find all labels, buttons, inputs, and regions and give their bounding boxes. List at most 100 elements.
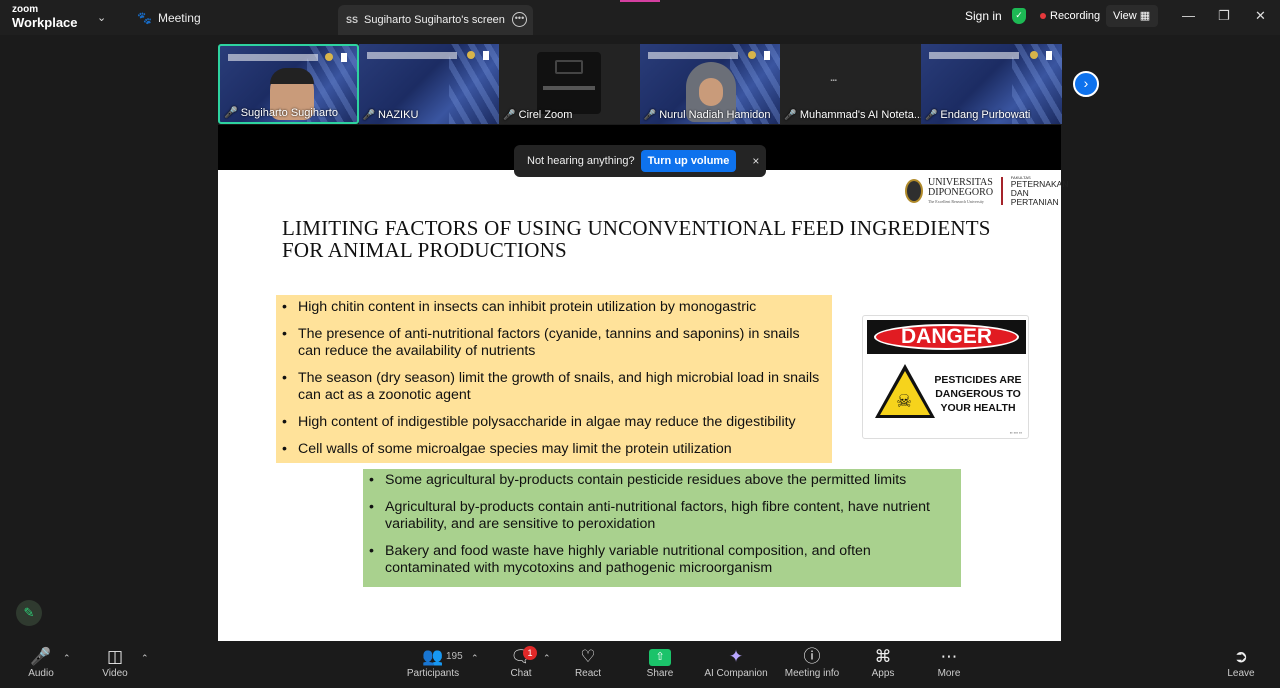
sign-in-link[interactable]: Sign in bbox=[965, 9, 1002, 23]
participant-tile[interactable]: 🎤 Nurul Nadiah Hamidon bbox=[639, 44, 781, 124]
undip-line-2: DIPONEGORO bbox=[928, 187, 994, 199]
shared-slide: UNIVERSITAS DIPONEGORO The Excellent Res… bbox=[218, 170, 1068, 641]
faculty-name: FAKULTAS PETERNAKAN DAN PERTANIAN bbox=[1010, 175, 1071, 208]
faculty-logo-icon bbox=[1045, 51, 1052, 60]
participant-name-text: Endang Purbowati bbox=[940, 109, 1031, 121]
slide-banner bbox=[228, 54, 318, 61]
recording-indicator[interactable]: Recording bbox=[1040, 10, 1100, 22]
undip-tagline: The Excellent Research University bbox=[928, 199, 984, 205]
view-label: View bbox=[1113, 10, 1137, 22]
participant-name: 🎤 NAZIKU bbox=[363, 109, 419, 121]
tab-meeting-label: Meeting bbox=[157, 11, 201, 25]
recording-label: Recording bbox=[1050, 10, 1101, 22]
sign-footer-marks: ▪▪ ▪▪▪ ▪▪ bbox=[1009, 430, 1022, 435]
chat-unread-badge: 1 bbox=[523, 646, 537, 660]
paw-icon: 🐾 bbox=[137, 11, 152, 25]
participants-label: Participants bbox=[406, 668, 460, 679]
view-button[interactable]: View ▦ bbox=[1106, 5, 1158, 27]
meeting-info-button[interactable]: ⓘ Meeting info bbox=[777, 641, 847, 679]
faculty-logo-icon bbox=[764, 51, 771, 60]
participant-tile[interactable]: 🎤 Cirel Zoom bbox=[499, 44, 640, 124]
chat-label: Chat bbox=[510, 668, 532, 679]
more-button[interactable]: ⋯ More bbox=[914, 641, 984, 679]
list-item: Some agricultural by-products contain pe… bbox=[363, 472, 955, 489]
undip-name: UNIVERSITAS DIPONEGORO The Excellent Res… bbox=[928, 178, 993, 204]
next-page-button[interactable]: › bbox=[1073, 71, 1099, 97]
slide-title-line-1: Limiting factors of using unconventional… bbox=[282, 216, 991, 240]
toast-close-icon[interactable]: × bbox=[752, 154, 759, 168]
mic-on-icon: 🎤 bbox=[224, 107, 238, 119]
more-label: More bbox=[937, 668, 961, 679]
sparkle-icon: ✦ bbox=[728, 647, 744, 666]
ai-companion-button[interactable]: ✦ AI Companion bbox=[701, 641, 771, 679]
university-seal-icon bbox=[324, 53, 333, 61]
participants-options-caret-icon[interactable]: ⌃ bbox=[471, 653, 479, 664]
more-options-icon[interactable]: ••• bbox=[512, 12, 527, 27]
react-label: React bbox=[574, 668, 602, 679]
chat-options-caret-icon[interactable]: ⌃ bbox=[543, 653, 551, 664]
danger-header: DANGER bbox=[867, 320, 1026, 354]
video-button[interactable]: ◫ Video bbox=[80, 641, 150, 679]
faculty-logo-icon bbox=[340, 53, 347, 62]
slide-banner bbox=[647, 52, 738, 59]
participant-name: 🎤 Muhammad's AI Noteta... bbox=[784, 109, 921, 121]
leave-door-icon: ➲ bbox=[1233, 647, 1249, 666]
slide-banner bbox=[928, 52, 1019, 59]
undip-seal-icon bbox=[905, 179, 924, 204]
audio-toast: Not hearing anything? Turn up volume × bbox=[514, 145, 766, 177]
ai-companion-label: AI Companion bbox=[704, 668, 768, 679]
mic-muted-icon: 🎤 bbox=[784, 109, 797, 121]
zoom-meeting-window: zoom Workplace ⌄ 🐾 Meeting SS Sugiharto … bbox=[0, 0, 1280, 688]
tab-shared-screen[interactable]: SS Sugiharto Sugiharto's screen ••• bbox=[338, 5, 533, 35]
participant-name-text: Cirel Zoom bbox=[518, 109, 573, 121]
share-screen-icon: ⇧ bbox=[625, 641, 695, 668]
apps-grid-icon: ⌘ bbox=[874, 647, 892, 666]
apps-button[interactable]: ⌘ Apps bbox=[848, 641, 918, 679]
video-options-caret-icon[interactable]: ⌃ bbox=[141, 653, 149, 664]
mic-muted-icon: 🎤 bbox=[924, 109, 938, 121]
tab-meeting[interactable]: 🐾 Meeting bbox=[137, 11, 201, 25]
participant-tile[interactable]: 🎤 Sugiharto Sugiharto bbox=[218, 44, 359, 124]
faculty-line-2: DAN PERTANIAN bbox=[1010, 188, 1059, 208]
screen-tab-title: Sugiharto Sugiharto's screen bbox=[364, 14, 505, 26]
close-icon[interactable]: ✕ bbox=[1255, 8, 1266, 24]
react-button[interactable]: ♡ React bbox=[553, 641, 623, 679]
warning-line-1: PESTICIDES ARE bbox=[934, 374, 1022, 386]
restore-window-icon[interactable]: ❐ bbox=[1218, 8, 1230, 24]
share-label: Share bbox=[646, 668, 674, 679]
turn-up-volume-button[interactable]: Turn up volume bbox=[640, 150, 737, 172]
list-item: Cell walls of some microalgae species ma… bbox=[276, 441, 826, 458]
title-bar: zoom Workplace ⌄ 🐾 Meeting SS Sugiharto … bbox=[0, 0, 1280, 35]
chevron-down-icon[interactable]: ⌄ bbox=[97, 11, 106, 24]
zoom-workplace-logo[interactable]: zoom Workplace bbox=[12, 5, 78, 30]
more-icon: ⋯ bbox=[940, 647, 958, 666]
info-icon: ⓘ bbox=[803, 647, 821, 666]
participant-strip: 🎤 Sugiharto Sugiharto 🎤 NAZIKU 🎤 Cirel Z… bbox=[218, 44, 1062, 124]
leave-button[interactable]: ➲ Leave bbox=[1206, 641, 1276, 679]
camera-icon: ◫ bbox=[106, 647, 124, 666]
participant-tile[interactable]: ▪▪▪ 🎤 Muhammad's AI Noteta... bbox=[780, 44, 921, 124]
faculty-logo-icon bbox=[483, 51, 490, 60]
annotate-pencil-icon[interactable]: ✎ bbox=[16, 600, 42, 626]
mic-muted-icon: 🎤 bbox=[643, 109, 657, 121]
yellow-bullet-box: High chitin content in insects can inhib… bbox=[276, 295, 832, 463]
heart-icon: ♡ bbox=[580, 647, 596, 666]
minimize-icon[interactable]: — bbox=[1182, 8, 1195, 23]
slide-banner bbox=[366, 52, 457, 59]
participant-name-text: Nurul Nadiah Hamidon bbox=[659, 109, 771, 121]
audio-options-caret-icon[interactable]: ⌃ bbox=[63, 653, 71, 664]
leave-label: Leave bbox=[1227, 668, 1255, 679]
logo-line-2: Workplace bbox=[12, 15, 78, 30]
danger-sign-image: DANGER ☠ PESTICIDES ARE DANGEROUS TO YOU… bbox=[862, 315, 1029, 439]
university-seal-icon bbox=[1029, 51, 1038, 59]
share-button[interactable]: ⇧ Share bbox=[625, 641, 695, 679]
participant-tile[interactable]: 🎤 NAZIKU bbox=[358, 44, 500, 124]
green-bullet-box: Some agricultural by-products contain pe… bbox=[363, 469, 961, 587]
participant-tile[interactable]: 🎤 Endang Purbowati bbox=[920, 44, 1062, 124]
shield-check-icon[interactable]: ✓ bbox=[1012, 8, 1026, 24]
toast-message: Not hearing anything? bbox=[527, 155, 635, 167]
participant-name: 🎤 Cirel Zoom bbox=[503, 109, 572, 121]
meeting-toolbar: 🎤 Audio ⌃ ◫ Video ⌃ 👥 Participants 195 ⌃… bbox=[0, 641, 1280, 688]
university-seal-icon bbox=[748, 51, 757, 59]
logo-divider bbox=[1001, 177, 1003, 206]
